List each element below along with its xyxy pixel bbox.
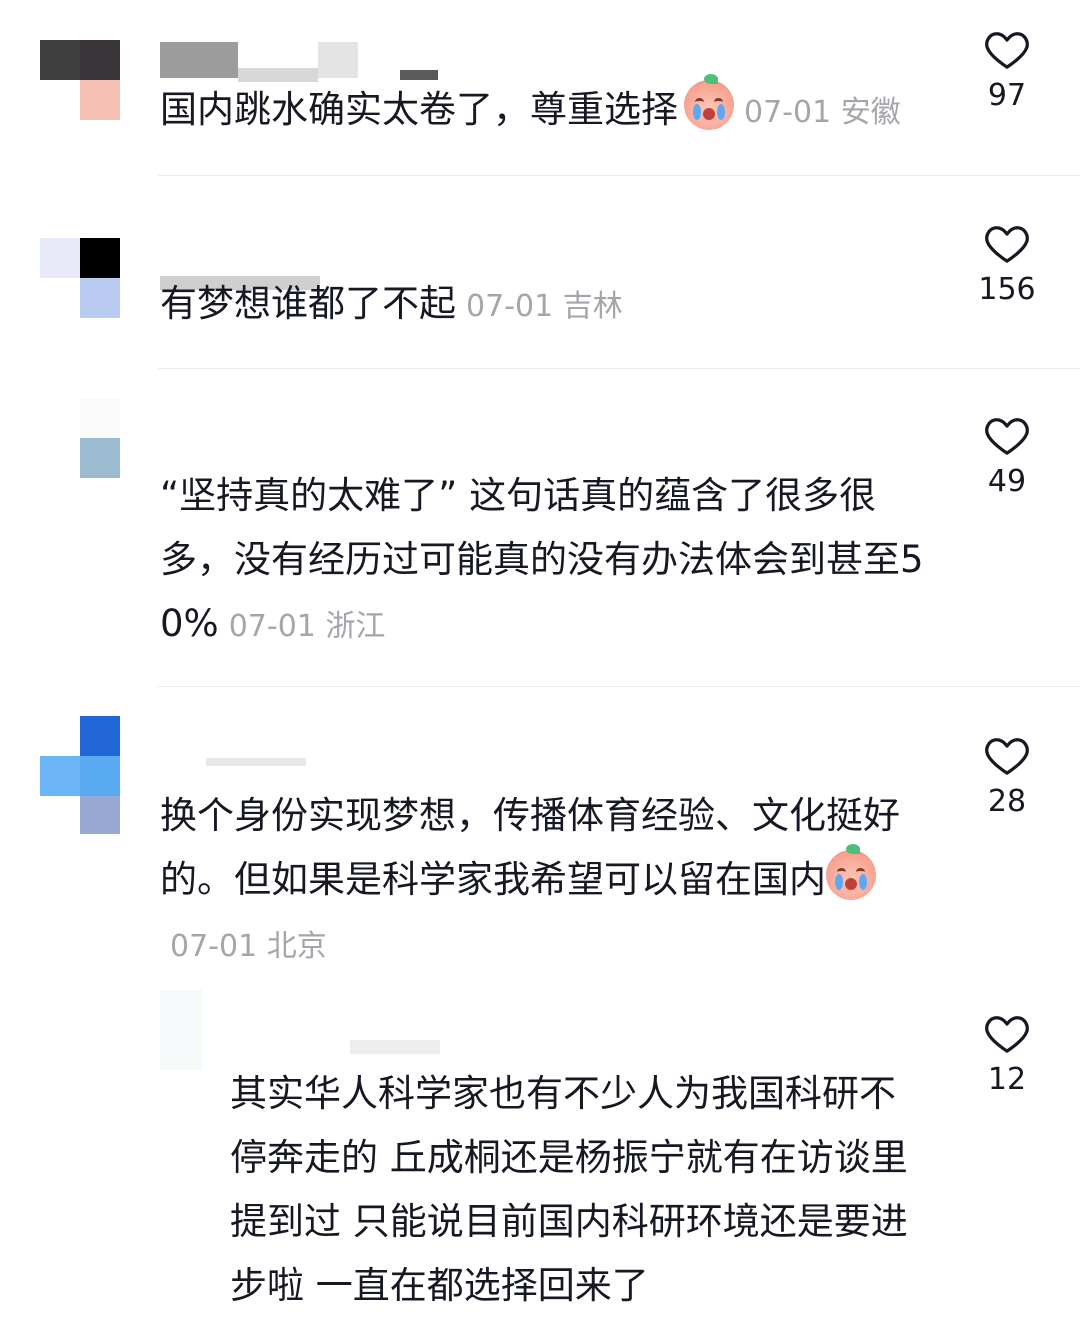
comment-text: 国内跳水确实太卷了，尊重选择 07-01 安徽	[160, 74, 950, 145]
heart-icon	[985, 738, 1029, 775]
comment-date: 07-01	[744, 95, 832, 130]
like-button[interactable]: 156	[962, 222, 1052, 307]
divider	[158, 368, 1080, 369]
comment-location: 浙江	[325, 609, 386, 644]
username[interactable]	[350, 1030, 440, 1066]
divider	[158, 175, 1080, 176]
like-button[interactable]: 49	[962, 414, 1052, 499]
avatar[interactable]	[40, 716, 120, 834]
avatar[interactable]	[40, 238, 120, 318]
heart-icon	[985, 32, 1029, 69]
comment-body: 有梦想谁都了不起	[160, 282, 456, 325]
comment-text: 换个身份实现梦想，传播体育经验、文化挺好的。但如果是科学家我希望可以留在国内 07…	[160, 784, 930, 979]
comment-meta: 07-01 安徽	[744, 95, 901, 130]
avatar[interactable]	[40, 40, 120, 120]
reply-body: 其实华人科学家也有不少人为我国科研不停奔走的 丘成桐还是杨振宁就有在访谈里提到过…	[230, 1072, 908, 1307]
comment-text: 有梦想谁都了不起 07-01 吉林	[160, 272, 950, 339]
like-count: 12	[987, 1062, 1027, 1097]
comment-date: 07-01	[170, 929, 258, 964]
like-button[interactable]: 97	[962, 28, 1052, 113]
comment-meta: 07-01 北京	[170, 929, 327, 964]
username[interactable]	[160, 42, 440, 82]
comment-meta: 07-01 浙江	[229, 609, 386, 644]
like-count: 156	[978, 272, 1036, 307]
comment-text: “坚持真的太难了” 这句话真的蕴含了很多很多，没有经历过可能真的没有办法体会到甚…	[160, 464, 930, 659]
comment-meta: 07-01 吉林	[466, 289, 623, 324]
comment-body: 换个身份实现梦想，传播体育经验、文化挺好的。但如果是科学家我希望可以留在国内	[160, 794, 900, 901]
comment-location: 吉林	[562, 289, 623, 324]
comment-location: 安徽	[840, 95, 901, 130]
heart-icon	[985, 418, 1029, 455]
crying-emoji-icon	[684, 74, 734, 130]
heart-icon	[985, 226, 1029, 263]
like-count: 97	[987, 78, 1027, 113]
like-count: 28	[987, 784, 1027, 819]
crying-emoji-icon	[826, 844, 876, 900]
comment-body: 国内跳水确实太卷了，尊重选择	[160, 88, 678, 131]
like-button[interactable]: 28	[962, 734, 1052, 819]
comment-date: 07-01	[466, 289, 554, 324]
like-button[interactable]: 12	[962, 1012, 1052, 1097]
heart-icon	[985, 1016, 1029, 1053]
reply-text: 其实华人科学家也有不少人为我国科研不停奔走的 丘成桐还是杨振宁就有在访谈里提到过…	[230, 1062, 930, 1318]
divider	[158, 686, 1080, 687]
avatar[interactable]	[40, 398, 120, 478]
comment-date: 07-01	[228, 609, 316, 644]
comment-location: 北京	[266, 929, 327, 964]
avatar[interactable]	[160, 990, 202, 1070]
like-count: 49	[987, 464, 1027, 499]
